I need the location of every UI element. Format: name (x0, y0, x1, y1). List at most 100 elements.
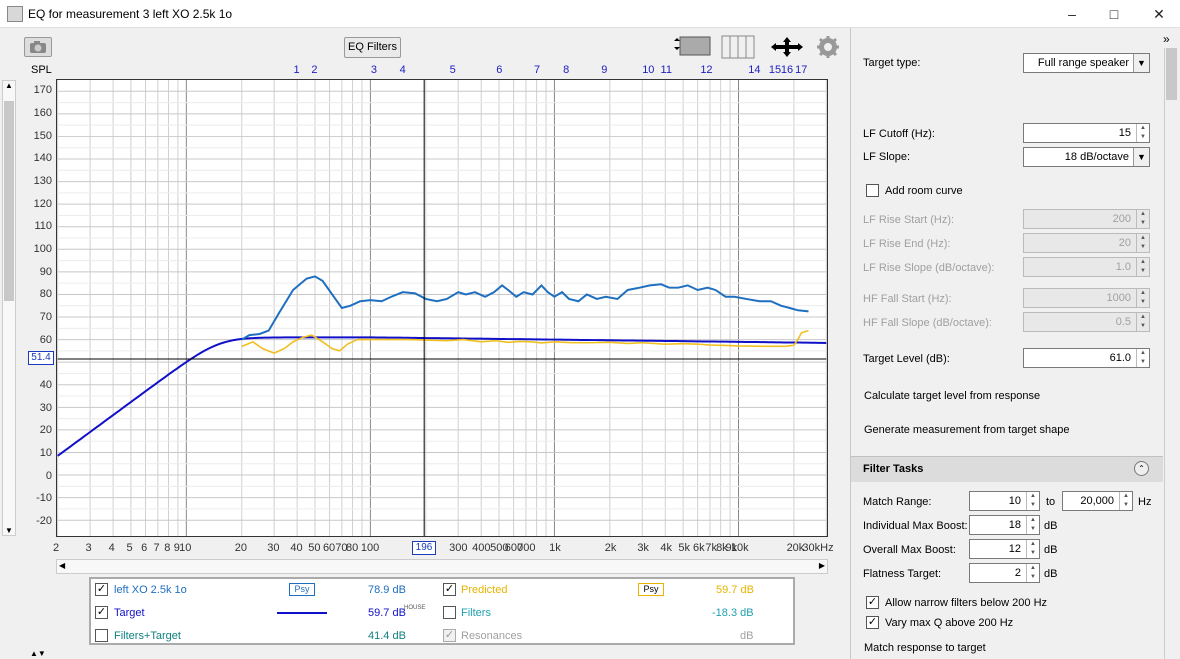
filter-number[interactable]: 15 (769, 64, 781, 76)
stepper-icon[interactable]: ▲ ▼ (1119, 492, 1132, 510)
measurement-psy-badge[interactable]: Psy (289, 583, 315, 596)
lf-rise-slope-field[interactable]: 1.0 ▲ ▼ (1023, 257, 1150, 277)
overlay-icon[interactable] (720, 35, 756, 59)
predicted-psy-badge[interactable]: Psy (638, 583, 664, 596)
measurement-checkbox[interactable]: ✓ (95, 583, 108, 596)
filter-number[interactable]: 6 (496, 64, 502, 76)
filter-number[interactable]: 14 (748, 64, 760, 76)
lf-rise-start-field[interactable]: 200 ▲ ▼ (1023, 209, 1150, 229)
collapse-panel-icon[interactable]: » (1163, 32, 1170, 46)
frequency-response-plot[interactable] (56, 79, 828, 537)
filter-tasks-title: Filter Tasks (863, 463, 924, 475)
pan-zoom-icon[interactable] (769, 35, 805, 59)
resonances-checkbox[interactable]: ✓ (443, 629, 456, 642)
maximize-icon[interactable]: □ (1102, 4, 1126, 24)
x-tick-label: 3 (85, 542, 92, 554)
allow-narrow-filters-checkbox[interactable]: ✓ (866, 596, 879, 609)
stepper-icon: ▲ ▼ (1136, 210, 1149, 228)
hf-fall-slope-field[interactable]: 0.5 ▲ ▼ (1023, 312, 1150, 332)
lf-slope-label: LF Slope: (863, 151, 911, 163)
collapse-chevron-icon[interactable]: ⌃ (1134, 461, 1149, 476)
filter-number[interactable]: 9 (601, 64, 607, 76)
y-tick-label: 40 (39, 379, 52, 392)
trace-legend: ✓ left XO 2.5k 1o Psy 78.9 dB ✓ Predicte… (89, 577, 795, 645)
close-icon[interactable]: ✕ (1147, 4, 1171, 24)
filter-number[interactable]: 17 (795, 64, 807, 76)
title-bar: EQ for measurement 3 left XO 2.5k 1o – □… (0, 0, 1180, 28)
stepper-icon: ▲ ▼ (1136, 234, 1149, 252)
match-range-to-field[interactable]: 20,000 ▲ ▼ (1062, 491, 1133, 511)
x-tick-label: 8 (164, 542, 171, 554)
scroll-thumb[interactable] (4, 101, 14, 301)
flatness-target-field[interactable]: 2 ▲ ▼ (969, 563, 1040, 583)
target-checkbox[interactable]: ✓ (95, 606, 108, 619)
y-tick-label: 170 (33, 84, 52, 97)
filter-number[interactable]: 12 (700, 64, 712, 76)
y-axis-label: SPL (31, 64, 52, 76)
scroll-up-icon[interactable]: ▲ (4, 81, 14, 90)
filter-number[interactable]: 16 (781, 64, 793, 76)
lf-slope-select[interactable]: 18 dB/octave ▼ (1023, 147, 1150, 167)
lf-rise-end-label: LF Rise End (Hz): (863, 238, 951, 250)
generate-from-target-button[interactable]: Generate measurement from target shape (864, 424, 1069, 436)
settings-gear-icon[interactable] (816, 35, 840, 59)
allow-narrow-filters-label: Allow narrow filters below 200 Hz (885, 597, 1048, 609)
stepper-icon[interactable]: ▲ ▼ (1136, 124, 1149, 142)
panel-scrollbar[interactable] (1164, 48, 1178, 659)
filter-tasks-header[interactable]: Filter Tasks ⌃ (851, 456, 1163, 482)
vertical-scrollbar[interactable]: ▲ ▼ (2, 80, 16, 536)
lf-rise-slope-label: LF Rise Slope (dB/octave): (863, 262, 995, 274)
scroll-left-icon[interactable]: ◀ (59, 561, 65, 570)
match-range-from-field[interactable]: 10 ▲ ▼ (969, 491, 1040, 511)
overall-max-boost-label: Overall Max Boost: (863, 544, 956, 556)
filter-number[interactable]: 4 (400, 64, 406, 76)
filter-number[interactable]: 8 (563, 64, 569, 76)
panel-scroll-thumb[interactable] (1166, 48, 1177, 100)
stepper-icon[interactable]: ▲ ▼ (1026, 564, 1039, 582)
y-tick-label: 60 (39, 333, 52, 346)
x-tick-label: 4 (108, 542, 115, 554)
trace-arrange-icon[interactable] (672, 35, 712, 59)
vary-max-q-checkbox[interactable]: ✓ (866, 616, 879, 629)
chevron-down-icon: ▼ (1133, 148, 1149, 166)
target-level-field[interactable]: 61.0 ▲ ▼ (1023, 348, 1150, 368)
splitter-arrows-icon[interactable]: ▲▼ (30, 649, 46, 658)
match-response-button[interactable]: Match response to target (864, 642, 986, 654)
predicted-name: Predicted (461, 584, 508, 596)
window-title: EQ for measurement 3 left XO 2.5k 1o (28, 7, 233, 21)
lf-cutoff-field[interactable]: 15 ▲ ▼ (1023, 123, 1150, 143)
scroll-down-icon[interactable]: ▼ (4, 526, 14, 535)
minimize-icon[interactable]: – (1060, 4, 1084, 24)
filter-number[interactable]: 11 (661, 64, 672, 76)
lf-rise-slope-value: 1.0 (1115, 261, 1131, 273)
filter-number[interactable]: 3 (371, 64, 377, 76)
stepper-icon[interactable]: ▲ ▼ (1026, 540, 1039, 558)
filter-number[interactable]: 2 (311, 64, 317, 76)
calculate-target-level-button[interactable]: Calculate target level from response (864, 390, 1040, 402)
lf-rise-end-field[interactable]: 20 ▲ ▼ (1023, 233, 1150, 253)
stepper-icon[interactable]: ▲ ▼ (1136, 349, 1149, 367)
match-range-label: Match Range: (863, 496, 932, 508)
stepper-icon[interactable]: ▲ ▼ (1026, 516, 1039, 534)
filter-number[interactable]: 1 (293, 64, 299, 76)
filter-number[interactable]: 5 (450, 64, 456, 76)
measurement-name: left XO 2.5k 1o (114, 584, 187, 596)
filters-checkbox[interactable] (443, 606, 456, 619)
eq-filters-button[interactable]: EQ Filters (344, 37, 401, 58)
horizontal-scrollbar[interactable]: ◀ ▶ (56, 559, 828, 574)
scroll-right-icon[interactable]: ▶ (819, 561, 825, 570)
target-type-select[interactable]: Full range speaker ▼ (1023, 53, 1150, 73)
hf-fall-slope-value: 0.5 (1115, 316, 1131, 328)
x-tick-label: 80 (346, 542, 359, 554)
x-tick-label: 50 (308, 542, 321, 554)
predicted-checkbox[interactable]: ✓ (443, 583, 456, 596)
filters-target-checkbox[interactable] (95, 629, 108, 642)
hf-fall-start-field[interactable]: 1000 ▲ ▼ (1023, 288, 1150, 308)
individual-max-boost-field[interactable]: 18 ▲ ▼ (969, 515, 1040, 535)
add-room-curve-checkbox[interactable] (866, 184, 879, 197)
overall-max-boost-field[interactable]: 12 ▲ ▼ (969, 539, 1040, 559)
stepper-icon[interactable]: ▲ ▼ (1026, 492, 1039, 510)
filter-number[interactable]: 7 (534, 64, 540, 76)
filter-number[interactable]: 10 (642, 64, 654, 76)
camera-icon[interactable] (24, 37, 52, 57)
